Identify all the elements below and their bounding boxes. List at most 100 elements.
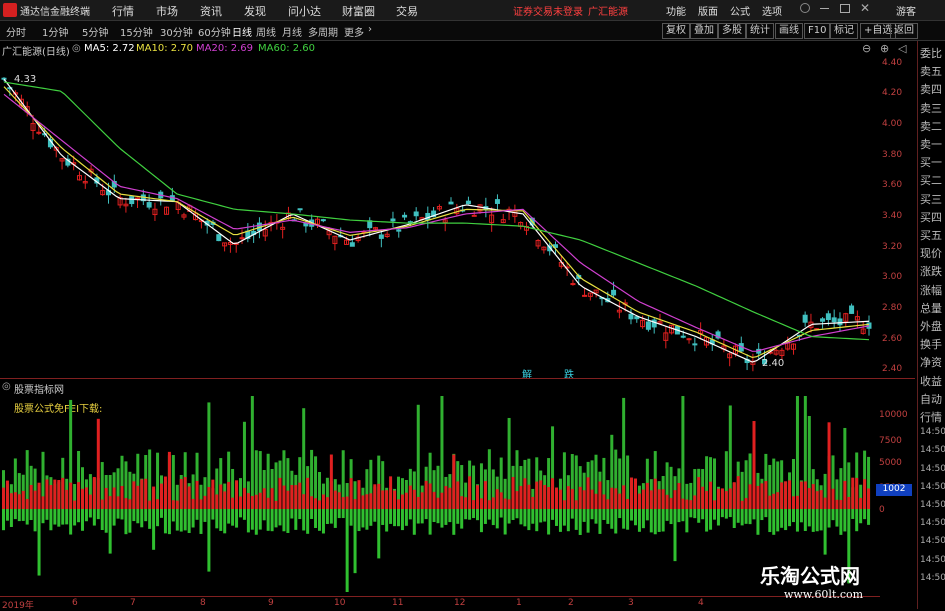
- volume-bar-red: [598, 481, 602, 509]
- volume-bar-red: [258, 492, 262, 509]
- volume-bar-lower: [361, 509, 365, 528]
- period-monthly[interactable]: 月线: [282, 24, 302, 39]
- quote-item[interactable]: 卖三: [920, 100, 942, 116]
- quote-item[interactable]: 14:50: [920, 555, 945, 565]
- volume-bar-lower: [855, 509, 859, 532]
- volume-bar-lower: [740, 509, 744, 526]
- quote-item[interactable]: 买二: [920, 172, 942, 188]
- quote-item[interactable]: 14:50: [920, 536, 945, 546]
- zoom-in-icon[interactable]: ⊕: [880, 42, 889, 55]
- settings-icon[interactable]: [800, 3, 810, 13]
- volume-bar-red: [476, 485, 479, 509]
- back-button[interactable]: 返回: [890, 23, 918, 39]
- quote-item[interactable]: 委比: [920, 45, 942, 61]
- quote-item[interactable]: 自动: [920, 391, 942, 407]
- menu-wealth[interactable]: 财富圈: [342, 3, 375, 19]
- quote-item[interactable]: 14:50: [920, 518, 945, 528]
- quote-item[interactable]: 买五: [920, 227, 942, 243]
- mark-button[interactable]: 标记: [830, 23, 858, 39]
- quote-item[interactable]: 买四: [920, 209, 942, 225]
- overlay-button[interactable]: 叠加: [690, 23, 718, 39]
- candle: [117, 194, 123, 209]
- multi-stock-button[interactable]: 多股: [718, 23, 746, 39]
- volume-bar-lower: [136, 509, 140, 524]
- quote-item[interactable]: 卖一: [920, 136, 942, 152]
- menu-ask[interactable]: 问小达: [288, 3, 321, 19]
- quote-item[interactable]: 卖二: [920, 118, 942, 134]
- candle: [384, 231, 390, 238]
- guest-label[interactable]: 游客: [896, 3, 916, 18]
- stats-button[interactable]: 统计: [746, 23, 774, 39]
- pane-divider[interactable]: [0, 378, 915, 379]
- volume-bar-lower: [152, 509, 156, 550]
- volume-bar-lower: [163, 509, 167, 534]
- menu-layout[interactable]: 版面: [698, 3, 718, 18]
- menu-formula[interactable]: 公式: [730, 3, 750, 18]
- chevron-right-icon[interactable]: ›: [368, 24, 372, 35]
- period-weekly[interactable]: 周线: [256, 24, 276, 39]
- settings-icon[interactable]: ◎: [2, 381, 11, 392]
- period-60min[interactable]: 60分钟: [198, 24, 231, 39]
- quote-item[interactable]: 外盘: [920, 318, 942, 334]
- menu-market[interactable]: 市场: [156, 3, 178, 19]
- menu-function[interactable]: 功能: [666, 3, 686, 18]
- volume-bar-lower: [507, 509, 511, 524]
- quote-item[interactable]: 收益: [920, 373, 942, 389]
- quote-item[interactable]: 卖五: [920, 63, 942, 79]
- period-multi[interactable]: 多周期: [308, 24, 338, 39]
- period-tick[interactable]: 分时: [6, 24, 26, 39]
- period-daily[interactable]: 日线: [232, 24, 252, 39]
- quote-item[interactable]: 14:50: [920, 464, 945, 474]
- adjust-button[interactable]: 复权: [662, 23, 690, 39]
- draw-button[interactable]: 画线: [775, 23, 803, 39]
- arrow-icon[interactable]: ◁: [898, 42, 906, 55]
- minimize-icon[interactable]: [820, 8, 829, 9]
- volume-bar-lower: [108, 509, 112, 554]
- price-tick: 3.40: [882, 211, 903, 221]
- period-1min[interactable]: 1分钟: [42, 24, 68, 39]
- quote-item[interactable]: 行情: [920, 409, 942, 425]
- quote-item[interactable]: 卖四: [920, 81, 942, 97]
- maximize-icon[interactable]: [840, 4, 850, 13]
- quote-item[interactable]: 买一: [920, 154, 942, 170]
- quote-item[interactable]: 净资: [920, 354, 942, 370]
- quote-item[interactable]: 14:50: [920, 427, 945, 437]
- zoom-out-icon[interactable]: ⊖: [862, 42, 871, 55]
- close-icon[interactable]: ✕: [860, 1, 870, 15]
- volume-bar-red: [424, 480, 428, 509]
- period-30min[interactable]: 30分钟: [160, 24, 193, 39]
- menu-options[interactable]: 选项: [762, 3, 782, 18]
- quote-item[interactable]: 14:50: [920, 482, 945, 492]
- candle: [523, 221, 529, 236]
- volume-bar-lower: [823, 509, 827, 555]
- quote-item[interactable]: 换手: [920, 336, 942, 352]
- volume-bar-lower: [669, 509, 673, 525]
- volume-bar-red: [732, 482, 736, 509]
- volume-bar-lower: [341, 509, 345, 519]
- login-alert[interactable]: 证券交易未登录: [513, 3, 583, 18]
- quote-item[interactable]: 14:50: [920, 573, 945, 583]
- f10-button[interactable]: F10: [804, 23, 831, 39]
- menu-news[interactable]: 资讯: [200, 3, 222, 19]
- menu-discover[interactable]: 发现: [244, 3, 266, 19]
- volume-bar-red: [760, 483, 764, 509]
- quote-item[interactable]: 涨跌: [920, 263, 942, 279]
- quote-item[interactable]: 涨幅: [920, 282, 942, 298]
- candle: [582, 288, 588, 297]
- quote-item[interactable]: 买三: [920, 191, 942, 207]
- quote-item[interactable]: 现价: [920, 245, 942, 261]
- volume-bar-lower: [203, 509, 207, 522]
- price-chart: [1, 77, 872, 372]
- settings-icon[interactable]: ◎: [72, 43, 81, 54]
- volume-bar-lower: [424, 509, 428, 520]
- period-15min[interactable]: 15分钟: [120, 24, 153, 39]
- volume-bar-red: [740, 500, 744, 509]
- quote-item[interactable]: 总量: [920, 300, 942, 316]
- period-more[interactable]: 更多: [344, 24, 364, 39]
- menu-quotes[interactable]: 行情: [112, 3, 134, 19]
- quote-item[interactable]: 14:50: [920, 500, 945, 510]
- candle: [535, 239, 541, 249]
- menu-trade[interactable]: 交易: [396, 3, 418, 19]
- quote-item[interactable]: 14:50: [920, 445, 945, 455]
- period-5min[interactable]: 5分钟: [82, 24, 108, 39]
